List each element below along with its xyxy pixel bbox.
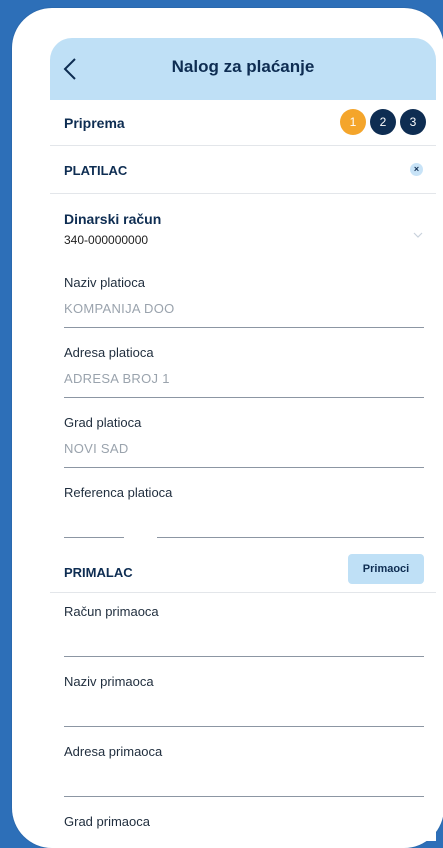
account-select[interactable]: Dinarski račun 340-000000000 <box>50 194 436 264</box>
step-2: 2 <box>370 109 396 135</box>
field-value: NOVI SAD <box>64 441 129 456</box>
app-screen: Nalog za plaćanje Priprema 1 2 3 PLATILA… <box>50 38 436 841</box>
chevron-down-icon <box>413 232 423 238</box>
close-icon[interactable]: × <box>410 163 423 176</box>
account-number: 340-000000000 <box>64 233 149 247</box>
field-label: Referenca platioca <box>64 485 173 500</box>
field-label: Grad platioca <box>64 415 142 430</box>
app-header: Nalog za plaćanje <box>50 38 436 100</box>
step-3: 3 <box>400 109 426 135</box>
recipients-button[interactable]: Primaoci <box>348 554 424 584</box>
field-label: Račun primaoca <box>64 604 159 619</box>
payer-city-field[interactable]: Grad platioca NOVI SAD <box>50 404 436 474</box>
field-label: Grad primaoca <box>64 814 150 829</box>
field-label: Adresa platioca <box>64 345 154 360</box>
step-list: 1 2 3 <box>340 109 426 135</box>
field-label: Adresa primaoca <box>64 744 163 759</box>
step-1: 1 <box>340 109 366 135</box>
field-underline <box>64 796 424 797</box>
field-underline <box>64 537 424 538</box>
phone-frame: Nalog za plaćanje Priprema 1 2 3 PLATILA… <box>12 8 443 848</box>
field-underline <box>64 467 424 468</box>
payer-address-field[interactable]: Adresa platioca ADRESA BROJ 1 <box>50 334 436 404</box>
recipient-section-header: PRIMALAC Primaoci <box>50 544 436 593</box>
field-underline <box>64 726 424 727</box>
field-label: Naziv platioca <box>64 275 145 290</box>
recipient-name-field[interactable]: Naziv primaoca <box>50 663 436 733</box>
recipient-city-field[interactable]: Grad primaoca <box>50 803 436 841</box>
recipient-section-title: PRIMALAC <box>64 565 133 580</box>
payer-name-field[interactable]: Naziv platioca KOMPANIJA DOO <box>50 264 436 334</box>
page-title: Nalog za plaćanje <box>171 57 315 76</box>
recipient-address-field[interactable]: Adresa primaoca <box>50 733 436 803</box>
field-underline <box>64 397 424 398</box>
field-underline <box>64 327 424 328</box>
field-label: Naziv primaoca <box>64 674 154 689</box>
payer-section-header: PLATILAC × <box>50 146 436 194</box>
recipient-account-field[interactable]: Račun primaoca <box>50 593 436 663</box>
payer-section-title: PLATILAC <box>64 163 128 178</box>
field-value: KOMPANIJA DOO <box>64 301 175 316</box>
step-label: Priprema <box>64 115 125 131</box>
step-indicator: Priprema 1 2 3 <box>50 100 436 146</box>
payer-reference-field[interactable]: Referenca platioca <box>50 474 436 544</box>
field-underline <box>64 656 424 657</box>
account-label: Dinarski račun <box>64 211 162 227</box>
field-value: ADRESA BROJ 1 <box>64 371 170 386</box>
